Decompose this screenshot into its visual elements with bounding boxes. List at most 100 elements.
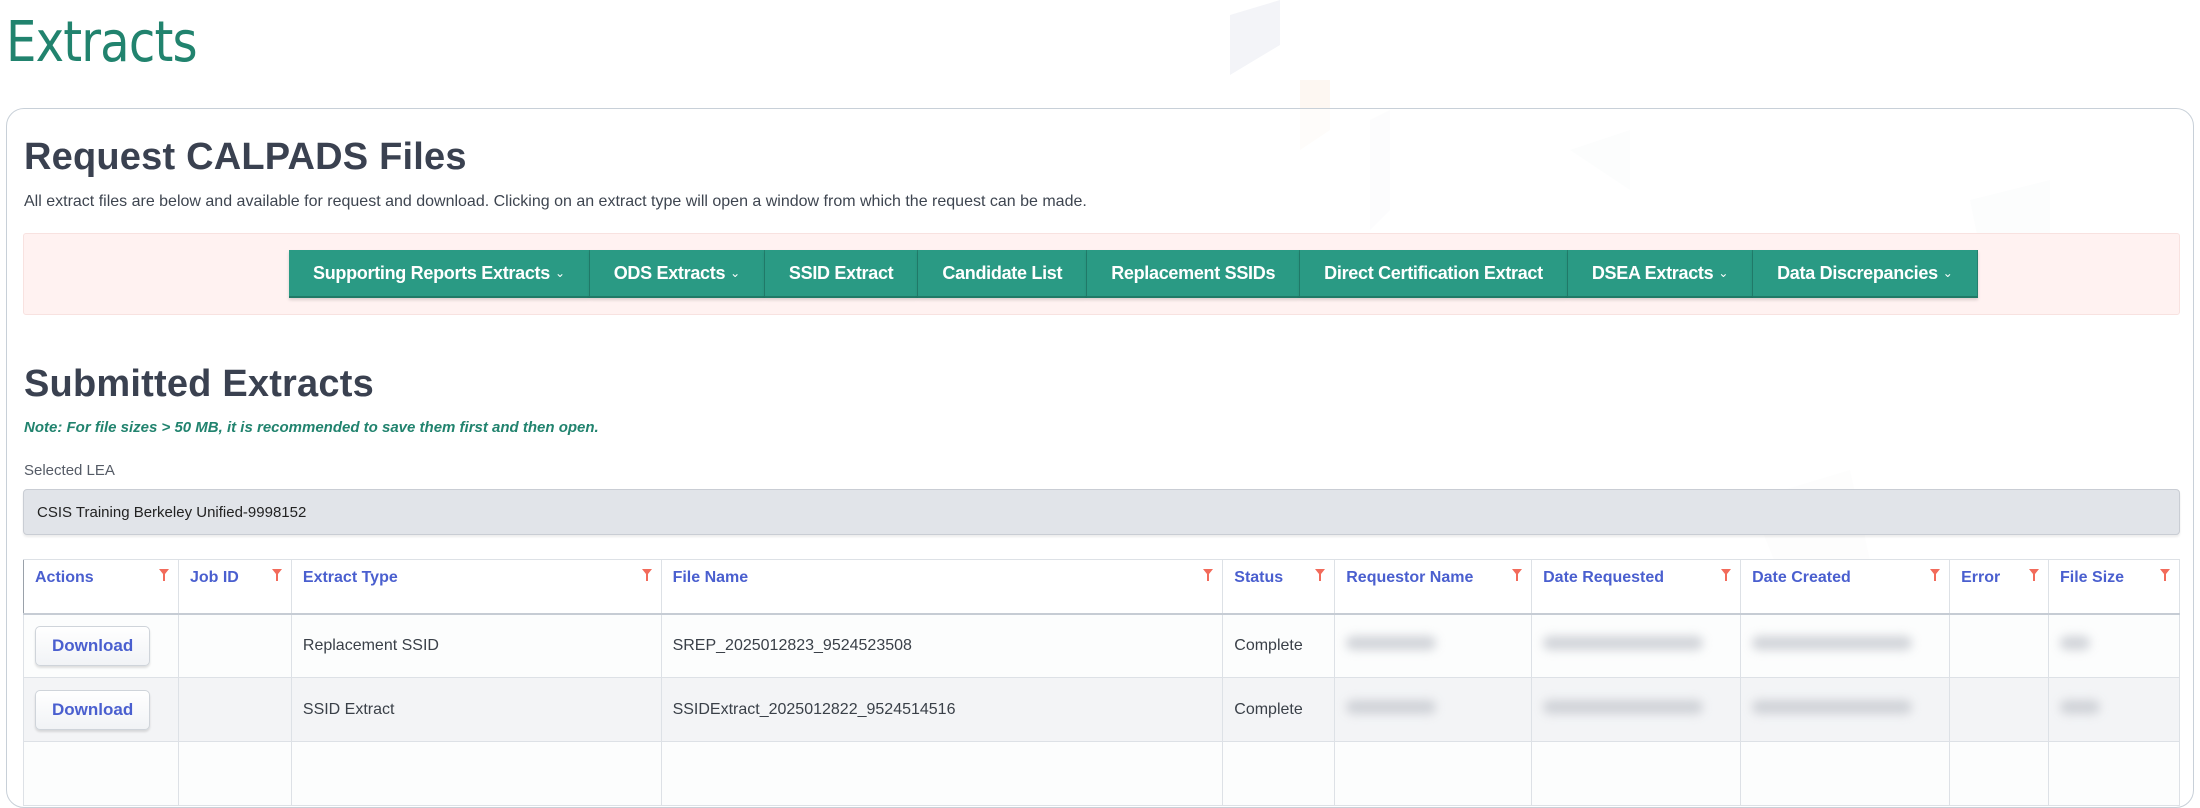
filter-icon[interactable] [1315,569,1326,581]
column-label: Error [1961,569,2001,586]
redacted-date-requested [1543,700,1704,714]
file-size-note: Note: For file sizes > 50 MB, it is reco… [24,419,599,436]
selected-lea-label: Selected LEA [24,462,115,479]
button-label: DSEA Extracts [1591,262,1714,283]
column-label: Status [1234,569,1284,586]
error-cell [1949,613,2050,678]
filter-icon[interactable] [1721,569,1732,581]
column-header-job-id[interactable]: Job ID [177,559,292,615]
column-label: File Size [2060,569,2125,586]
filter-icon[interactable] [271,569,282,581]
table-row [23,741,2180,806]
chevron-down-icon: ⌄ [1942,266,1953,280]
column-header-error[interactable]: Error [1949,559,2050,615]
data-discrepancies-button[interactable]: Data Discrepancies ⌄ [1753,250,1978,298]
file-size-cell [2048,613,2180,678]
date-requested-cell [1531,741,1742,806]
submitted-extracts-table: Actions Job ID Extract Type File Name St… [23,559,2180,806]
date-created-cell [1740,741,1951,806]
replacement-ssids-button[interactable]: Replacement SSIDs [1087,250,1301,298]
ods-extracts-button[interactable]: ODS Extracts ⌄ [589,250,765,298]
chevron-down-icon: ⌄ [554,266,565,280]
button-label: ODS Extracts [613,262,726,283]
requestor-name-cell [1334,741,1533,806]
date-requested-cell [1531,677,1742,742]
error-cell [1949,677,2050,742]
column-header-file-name[interactable]: File Name [660,559,1224,615]
requestor-name-cell [1334,677,1533,742]
status-cell [1222,741,1336,806]
selected-lea-field[interactable]: CSIS Training Berkeley Unified-9998152 [23,489,2180,535]
extract-type-cell: SSID Extract [290,677,662,742]
filter-icon[interactable] [158,569,169,581]
redacted-file-size [2060,636,2091,651]
download-button[interactable]: Download [35,625,151,666]
column-label: Requestor Name [1346,569,1474,586]
button-label: Direct Certification Extract [1324,262,1543,283]
column-header-extract-type[interactable]: Extract Type [290,559,662,615]
download-button[interactable]: Download [35,689,151,730]
redacted-requestor-name [1346,636,1437,651]
column-header-file-size[interactable]: File Size [2048,559,2180,615]
dsea-extracts-button[interactable]: DSEA Extracts ⌄ [1567,250,1754,298]
filter-icon[interactable] [641,569,652,581]
status-cell: Complete [1222,677,1336,742]
date-created-cell [1740,677,1951,742]
filter-icon[interactable] [2160,569,2170,581]
button-label: Candidate List [942,262,1063,283]
filter-icon[interactable] [1930,569,1941,581]
redacted-requestor-name [1346,700,1437,714]
chevron-down-icon: ⌄ [1718,266,1729,280]
status-cell: Complete [1222,613,1336,678]
job-id-cell [177,741,292,806]
chevron-down-icon: ⌄ [730,266,740,280]
job-id-cell [177,677,292,742]
column-header-date-requested[interactable]: Date Requested [1531,559,1742,615]
actions-cell [23,741,179,806]
column-header-date-created[interactable]: Date Created [1740,559,1951,615]
page-title: Extracts [6,10,198,75]
extract-type-cell: Replacement SSID [290,613,662,678]
actions-cell: Download [23,677,179,742]
candidate-list-button[interactable]: Candidate List [918,250,1088,298]
table-header-row: Actions Job ID Extract Type File Name St… [23,559,2180,615]
button-label: Supporting Reports Extracts [313,262,550,283]
job-id-cell [177,613,292,678]
column-header-status[interactable]: Status [1222,559,1336,615]
extract-type-cell [290,741,662,806]
request-section-title: Request CALPADS Files [24,136,467,178]
ssid-extract-button[interactable]: SSID Extract [764,250,919,298]
file-name-cell: SSIDExtract_2025012822_9524514516 [660,677,1224,742]
submitted-section-title: Submitted Extracts [24,363,374,405]
extract-type-toolbar: Supporting Reports Extracts ⌄ ODS Extrac… [289,250,1978,298]
column-label: Date Requested [1543,569,1665,586]
redacted-date-requested [1543,636,1704,651]
column-label: Actions [35,569,94,586]
table-row: Download Replacement SSID SREP_202501282… [23,613,2180,678]
column-label: File Name [672,569,749,586]
file-size-cell [2048,741,2180,806]
file-name-cell: SREP_2025012823_9524523508 [660,613,1224,678]
column-header-requestor-name[interactable]: Requestor Name [1334,559,1533,615]
supporting-reports-extracts-button[interactable]: Supporting Reports Extracts ⌄ [289,250,590,298]
file-size-cell [2048,677,2180,742]
column-header-actions[interactable]: Actions [23,559,179,615]
button-label: Replacement SSIDs [1111,262,1276,283]
file-name-cell [660,741,1224,806]
filter-icon[interactable] [1512,569,1523,581]
direct-certification-extract-button[interactable]: Direct Certification Extract [1300,250,1568,298]
filter-icon[interactable] [2029,569,2040,581]
error-cell [1949,741,2050,806]
column-label: Job ID [189,569,239,586]
filter-icon[interactable] [1203,569,1214,581]
redacted-date-created [1752,700,1913,714]
requestor-name-cell [1334,613,1533,678]
button-label: Data Discrepancies [1777,262,1938,283]
actions-cell: Download [23,613,179,678]
table-row: Download SSID Extract SSIDExtract_202501… [23,677,2180,742]
column-label: Date Created [1752,569,1851,586]
date-created-cell [1740,613,1951,678]
redacted-file-size [2060,700,2101,714]
redacted-date-created [1752,636,1913,651]
request-section-description: All extract files are below and availabl… [24,193,1087,210]
